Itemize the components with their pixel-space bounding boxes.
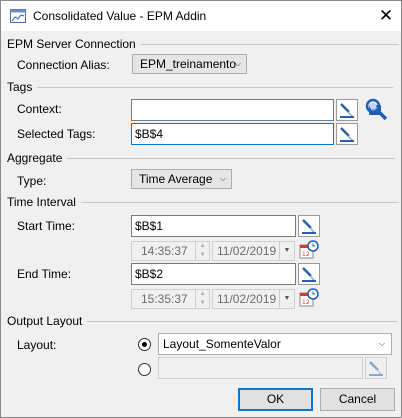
window-title: Consolidated Value - EPM Addin [33, 9, 207, 23]
layout-value: Layout_SomenteValor [163, 337, 281, 351]
layout-custom-radio[interactable] [138, 363, 151, 376]
section-output-layout-label: Output Layout [7, 314, 83, 328]
section-aggregate-label: Aggregate [7, 151, 63, 165]
end-time-spin-buttons[interactable]: ▲ ▼ [195, 290, 209, 308]
layout-custom-picker-button[interactable] [365, 357, 387, 379]
end-time-input[interactable]: $B$2 [131, 263, 296, 285]
chevron-down-icon[interactable]: ▼ [279, 290, 294, 308]
section-output-layout: Output Layout [7, 314, 398, 328]
app-chart-icon [10, 9, 26, 23]
tag-picker-icon [340, 103, 354, 118]
tag-picker-icon [369, 361, 383, 376]
connection-alias-value: EPM_treinamento [140, 57, 237, 71]
chevron-down-icon: ⌵ [234, 59, 241, 68]
tag-picker-icon [302, 267, 316, 282]
start-time-value: $B$1 [135, 219, 164, 233]
chevron-down-icon: ⌵ [378, 339, 385, 348]
start-time-label: Start Time: [17, 219, 76, 233]
section-aggregate: Aggregate [7, 151, 396, 165]
selected-tags-value: $B$4 [135, 127, 164, 141]
tag-picker-icon [302, 219, 316, 234]
chevron-down-icon[interactable]: ▼ [279, 242, 294, 260]
section-epm-server-label: EPM Server Connection [7, 37, 136, 51]
title-bar[interactable]: Consolidated Value - EPM Addin ✕ [1, 1, 401, 31]
start-time-spinner[interactable]: 14:35:37 ▲ ▼ [131, 241, 210, 261]
spin-up-icon[interactable]: ▲ [196, 290, 209, 299]
end-time-label: End Time: [17, 267, 72, 281]
svg-text:12: 12 [302, 299, 310, 306]
connection-alias-label: Connection Alias: [17, 58, 110, 72]
start-time-spin-buttons[interactable]: ▲ ▼ [195, 242, 209, 260]
spin-down-icon[interactable]: ▼ [196, 251, 209, 260]
selected-tags-label: Selected Tags: [17, 127, 96, 141]
end-time-picker-button[interactable] [298, 263, 320, 285]
start-date-picker[interactable]: 11/02/2019 ▼ [212, 241, 295, 261]
section-epm-server: EPM Server Connection [7, 37, 399, 51]
aggregate-type-label: Type: [17, 174, 47, 188]
layout-custom-input[interactable] [158, 357, 363, 379]
calendar-clock-icon[interactable]: 12 [299, 240, 319, 260]
layout-preset-radio[interactable] [138, 338, 151, 351]
start-time-picker-button[interactable] [298, 215, 320, 237]
svg-text:12: 12 [302, 251, 310, 258]
close-icon: ✕ [378, 6, 394, 25]
context-tag-picker-button[interactable] [336, 99, 358, 121]
context-input[interactable] [131, 99, 334, 121]
section-time-interval: Time Interval [7, 195, 399, 209]
layout-label: Layout: [17, 338, 57, 352]
section-tags-label: Tags [7, 80, 33, 94]
tag-picker-icon [340, 127, 354, 142]
divider [37, 86, 394, 88]
dialog-window: Consolidated Value - EPM Addin ✕ EPM Ser… [0, 0, 402, 418]
section-tags: Tags [7, 80, 394, 94]
end-time-value: $B$2 [135, 267, 164, 281]
ok-button[interactable]: OK [238, 388, 313, 411]
divider [87, 320, 398, 322]
start-time-input[interactable]: $B$1 [131, 215, 296, 237]
end-date-picker[interactable]: 11/02/2019 ▼ [212, 289, 295, 309]
section-time-interval-label: Time Interval [7, 195, 76, 209]
selected-tags-picker-button[interactable] [336, 123, 358, 145]
aggregate-type-value: Time Average [139, 172, 213, 186]
divider [140, 43, 399, 45]
divider [80, 201, 399, 203]
divider [67, 157, 396, 159]
aggregate-type-select[interactable]: Time Average ⌵ [131, 169, 232, 189]
tag-search-icon[interactable] [364, 97, 390, 123]
chevron-down-icon: ⌵ [219, 174, 226, 183]
spin-up-icon[interactable]: ▲ [196, 242, 209, 251]
calendar-clock-icon[interactable]: 12 [299, 288, 319, 308]
context-label: Context: [17, 102, 62, 116]
selected-tags-input[interactable]: $B$4 [131, 123, 334, 145]
close-button[interactable]: ✕ [375, 5, 397, 27]
cancel-button[interactable]: Cancel [320, 388, 395, 411]
spin-down-icon[interactable]: ▼ [196, 299, 209, 308]
connection-alias-select[interactable]: EPM_treinamento ⌵ [132, 54, 247, 74]
layout-select[interactable]: Layout_SomenteValor ⌵ [158, 333, 392, 355]
end-time-spinner[interactable]: 15:35:37 ▲ ▼ [131, 289, 210, 309]
